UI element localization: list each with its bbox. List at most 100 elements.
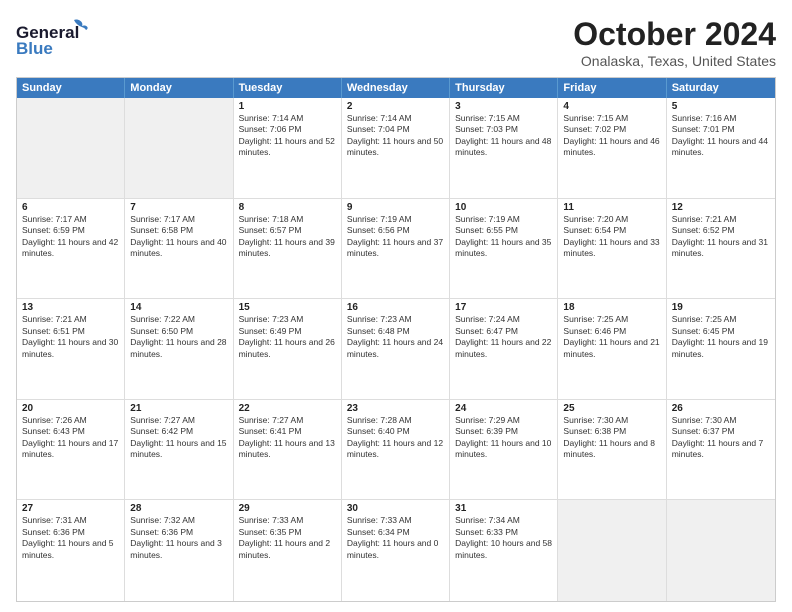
- day-number: 16: [347, 302, 444, 313]
- day-number: 27: [22, 503, 119, 514]
- sunset-text: Sunset: 6:51 PM: [22, 326, 119, 337]
- calendar-cell: 31Sunrise: 7:34 AMSunset: 6:33 PMDayligh…: [450, 500, 558, 601]
- sunrise-text: Sunrise: 7:18 AM: [239, 214, 336, 225]
- sunset-text: Sunset: 6:35 PM: [239, 527, 336, 538]
- daylight-text: Daylight: 11 hours and 5 minutes.: [22, 538, 119, 561]
- sunset-text: Sunset: 6:47 PM: [455, 326, 552, 337]
- day-number: 5: [672, 101, 770, 112]
- daylight-text: Daylight: 11 hours and 21 minutes.: [563, 337, 660, 360]
- sunset-text: Sunset: 6:34 PM: [347, 527, 444, 538]
- calendar-header-cell: Friday: [558, 78, 666, 98]
- sunrise-text: Sunrise: 7:23 AM: [239, 314, 336, 325]
- main-container: GeneralBlue October 2024 Onalaska, Texas…: [0, 0, 792, 612]
- daylight-text: Daylight: 11 hours and 8 minutes.: [563, 438, 660, 461]
- day-number: 6: [22, 202, 119, 213]
- daylight-text: Daylight: 11 hours and 42 minutes.: [22, 237, 119, 260]
- daylight-text: Daylight: 11 hours and 12 minutes.: [347, 438, 444, 461]
- sunset-text: Sunset: 6:58 PM: [130, 225, 227, 236]
- calendar-header: SundayMondayTuesdayWednesdayThursdayFrid…: [17, 78, 775, 98]
- daylight-text: Daylight: 11 hours and 44 minutes.: [672, 136, 770, 159]
- calendar-cell: 18Sunrise: 7:25 AMSunset: 6:46 PMDayligh…: [558, 299, 666, 399]
- sunset-text: Sunset: 6:50 PM: [130, 326, 227, 337]
- calendar-cell: 8Sunrise: 7:18 AMSunset: 6:57 PMDaylight…: [234, 199, 342, 299]
- calendar-cell: 10Sunrise: 7:19 AMSunset: 6:55 PMDayligh…: [450, 199, 558, 299]
- day-number: 4: [563, 101, 660, 112]
- daylight-text: Daylight: 11 hours and 22 minutes.: [455, 337, 552, 360]
- sunrise-text: Sunrise: 7:33 AM: [239, 515, 336, 526]
- sunrise-text: Sunrise: 7:34 AM: [455, 515, 552, 526]
- sunset-text: Sunset: 6:40 PM: [347, 426, 444, 437]
- day-number: 23: [347, 403, 444, 414]
- calendar-row: 1Sunrise: 7:14 AMSunset: 7:06 PMDaylight…: [17, 98, 775, 199]
- sunrise-text: Sunrise: 7:19 AM: [347, 214, 444, 225]
- calendar-cell: 30Sunrise: 7:33 AMSunset: 6:34 PMDayligh…: [342, 500, 450, 601]
- calendar-cell: 21Sunrise: 7:27 AMSunset: 6:42 PMDayligh…: [125, 400, 233, 500]
- daylight-text: Daylight: 11 hours and 35 minutes.: [455, 237, 552, 260]
- day-number: 22: [239, 403, 336, 414]
- daylight-text: Daylight: 11 hours and 19 minutes.: [672, 337, 770, 360]
- sunrise-text: Sunrise: 7:14 AM: [239, 113, 336, 124]
- daylight-text: Daylight: 11 hours and 10 minutes.: [455, 438, 552, 461]
- calendar-header-cell: Saturday: [667, 78, 775, 98]
- daylight-text: Daylight: 11 hours and 33 minutes.: [563, 237, 660, 260]
- daylight-text: Daylight: 11 hours and 26 minutes.: [239, 337, 336, 360]
- day-number: 15: [239, 302, 336, 313]
- calendar-cell: 15Sunrise: 7:23 AMSunset: 6:49 PMDayligh…: [234, 299, 342, 399]
- sunset-text: Sunset: 6:36 PM: [22, 527, 119, 538]
- daylight-text: Daylight: 11 hours and 46 minutes.: [563, 136, 660, 159]
- daylight-text: Daylight: 11 hours and 39 minutes.: [239, 237, 336, 260]
- sunrise-text: Sunrise: 7:24 AM: [455, 314, 552, 325]
- calendar-row: 27Sunrise: 7:31 AMSunset: 6:36 PMDayligh…: [17, 500, 775, 601]
- sunrise-text: Sunrise: 7:22 AM: [130, 314, 227, 325]
- day-number: 18: [563, 302, 660, 313]
- sunrise-text: Sunrise: 7:15 AM: [563, 113, 660, 124]
- sunrise-text: Sunrise: 7:21 AM: [22, 314, 119, 325]
- sunrise-text: Sunrise: 7:21 AM: [672, 214, 770, 225]
- calendar-cell: 23Sunrise: 7:28 AMSunset: 6:40 PMDayligh…: [342, 400, 450, 500]
- day-number: 2: [347, 101, 444, 112]
- sunrise-text: Sunrise: 7:26 AM: [22, 415, 119, 426]
- daylight-text: Daylight: 11 hours and 48 minutes.: [455, 136, 552, 159]
- sunset-text: Sunset: 7:02 PM: [563, 124, 660, 135]
- sunset-text: Sunset: 6:38 PM: [563, 426, 660, 437]
- day-number: 29: [239, 503, 336, 514]
- sunset-text: Sunset: 6:52 PM: [672, 225, 770, 236]
- calendar-cell: 14Sunrise: 7:22 AMSunset: 6:50 PMDayligh…: [125, 299, 233, 399]
- calendar-cell: [667, 500, 775, 601]
- day-number: 3: [455, 101, 552, 112]
- day-number: 9: [347, 202, 444, 213]
- svg-text:Blue: Blue: [16, 39, 53, 56]
- calendar-cell: 26Sunrise: 7:30 AMSunset: 6:37 PMDayligh…: [667, 400, 775, 500]
- calendar: SundayMondayTuesdayWednesdayThursdayFrid…: [16, 77, 776, 602]
- calendar-cell: 13Sunrise: 7:21 AMSunset: 6:51 PMDayligh…: [17, 299, 125, 399]
- calendar-cell: 2Sunrise: 7:14 AMSunset: 7:04 PMDaylight…: [342, 98, 450, 198]
- day-number: 30: [347, 503, 444, 514]
- calendar-cell: 20Sunrise: 7:26 AMSunset: 6:43 PMDayligh…: [17, 400, 125, 500]
- sunset-text: Sunset: 6:42 PM: [130, 426, 227, 437]
- header: GeneralBlue October 2024 Onalaska, Texas…: [16, 16, 776, 69]
- day-number: 21: [130, 403, 227, 414]
- sunrise-text: Sunrise: 7:32 AM: [130, 515, 227, 526]
- daylight-text: Daylight: 11 hours and 3 minutes.: [130, 538, 227, 561]
- sunrise-text: Sunrise: 7:27 AM: [130, 415, 227, 426]
- calendar-header-cell: Wednesday: [342, 78, 450, 98]
- sunset-text: Sunset: 6:54 PM: [563, 225, 660, 236]
- sunset-text: Sunset: 6:48 PM: [347, 326, 444, 337]
- sunset-text: Sunset: 6:57 PM: [239, 225, 336, 236]
- calendar-cell: 19Sunrise: 7:25 AMSunset: 6:45 PMDayligh…: [667, 299, 775, 399]
- calendar-cell: 6Sunrise: 7:17 AMSunset: 6:59 PMDaylight…: [17, 199, 125, 299]
- calendar-header-cell: Thursday: [450, 78, 558, 98]
- daylight-text: Daylight: 11 hours and 15 minutes.: [130, 438, 227, 461]
- sunrise-text: Sunrise: 7:28 AM: [347, 415, 444, 426]
- calendar-cell: 24Sunrise: 7:29 AMSunset: 6:39 PMDayligh…: [450, 400, 558, 500]
- calendar-cell: 29Sunrise: 7:33 AMSunset: 6:35 PMDayligh…: [234, 500, 342, 601]
- calendar-cell: 25Sunrise: 7:30 AMSunset: 6:38 PMDayligh…: [558, 400, 666, 500]
- daylight-text: Daylight: 11 hours and 31 minutes.: [672, 237, 770, 260]
- daylight-text: Daylight: 11 hours and 7 minutes.: [672, 438, 770, 461]
- daylight-text: Daylight: 11 hours and 50 minutes.: [347, 136, 444, 159]
- sunrise-text: Sunrise: 7:25 AM: [672, 314, 770, 325]
- day-number: 26: [672, 403, 770, 414]
- sunset-text: Sunset: 7:04 PM: [347, 124, 444, 135]
- calendar-cell: 12Sunrise: 7:21 AMSunset: 6:52 PMDayligh…: [667, 199, 775, 299]
- daylight-text: Daylight: 11 hours and 13 minutes.: [239, 438, 336, 461]
